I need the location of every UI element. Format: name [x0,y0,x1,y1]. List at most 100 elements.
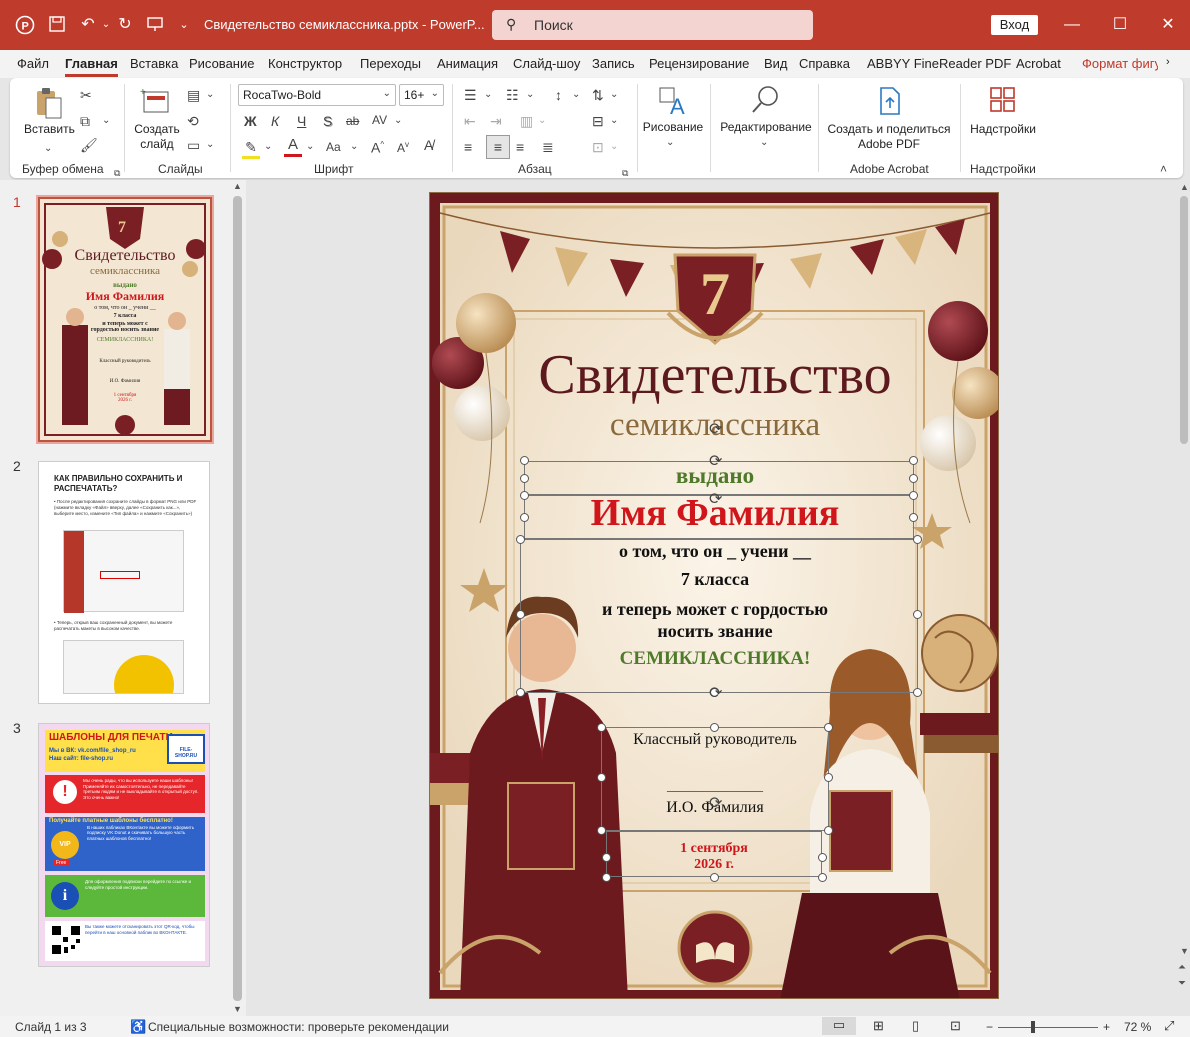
highlight-dropdown-icon[interactable]: ⌄ [264,138,272,156]
section-icon[interactable]: ▭ [187,136,200,154]
resize-handle[interactable] [818,853,827,862]
scroll-up-icon[interactable]: ▲ [233,181,242,191]
accessibility-icon[interactable]: ♿ [130,1019,146,1035]
rotate-handle-icon[interactable]: ⟳ [709,451,722,471]
tab-shape-format[interactable]: Формат фигу [1082,56,1158,71]
tab-design[interactable]: Конструктор [268,56,342,71]
format-painter-icon[interactable]: 🖌 [80,136,98,154]
tab-animations[interactable]: Анимация [437,56,498,71]
paste-label[interactable]: Вставить [24,122,75,136]
customize-toolbar-icon[interactable]: ⌄ [174,15,194,35]
thumbnails-scrollbar[interactable] [233,196,242,1001]
zoom-slider-thumb[interactable] [1031,1021,1035,1033]
font-size-combo[interactable]: 16+ ⌄ [399,84,444,106]
tab-abbyy[interactable]: ABBYY FineReader PDF [867,56,1011,71]
scroll-up-icon[interactable]: ▲ [1180,182,1189,192]
collapse-ribbon-icon[interactable]: ˄ [1160,160,1167,178]
accessibility-status[interactable]: Специальные возможности: проверьте реком… [148,1020,449,1034]
resize-handle[interactable] [824,773,833,782]
undo-dropdown-icon[interactable]: ⌄ [96,15,116,35]
present-icon[interactable] [145,15,165,35]
case-dropdown-icon[interactable]: ⌄ [350,138,358,156]
rotate-handle-icon[interactable]: ⟳ [709,419,722,439]
zoom-slider[interactable] [998,1027,1098,1028]
previous-slide-icon[interactable]: ⏶ [1178,962,1186,973]
search-box[interactable]: ⚲ Поиск [492,10,813,40]
decrease-indent-icon[interactable]: ⇤ [464,112,476,130]
scroll-down-icon[interactable]: ▼ [1180,946,1189,956]
resize-handle[interactable] [597,723,606,732]
bullets-icon[interactable]: ☰ [464,86,477,104]
clear-formatting-icon[interactable]: A̸ [424,136,433,154]
paste-dropdown-icon[interactable]: ⌄ [44,140,52,158]
save-icon[interactable] [47,15,67,35]
slide-sorter-icon[interactable]: ⊞ [873,1018,884,1034]
slide-thumbnail-3[interactable]: ШАБЛОНЫ ДЛЯ ПЕЧАТИ Мы в ВК: vk.com/file_… [38,723,210,967]
resize-handle[interactable] [818,873,827,882]
zoom-in-button[interactable]: + [1103,1020,1110,1034]
text-direction-dropdown-icon[interactable]: ⌄ [610,86,618,104]
normal-view-icon[interactable]: ▭ [822,1017,856,1035]
grow-font-icon[interactable]: A^ [371,136,384,157]
copy-dropdown-icon[interactable]: ⌄ [102,112,110,130]
addins-label[interactable]: Надстройки [966,122,1040,136]
minimize-icon[interactable]: — [1061,14,1083,36]
text-direction-icon[interactable]: ⇅ [592,86,604,104]
resize-handle[interactable] [516,688,525,697]
editing-dropdown-icon[interactable]: ⌄ [760,134,768,152]
shapes-icon[interactable]: A [658,84,690,120]
tab-review[interactable]: Рецензирование [649,56,749,71]
resize-handle[interactable] [909,491,918,500]
scroll-down-icon[interactable]: ▼ [233,1004,242,1014]
char-spacing-dropdown-icon[interactable]: ⌄ [394,112,402,130]
bold-button[interactable]: Ж [244,112,257,130]
tab-view[interactable]: Вид [764,56,788,71]
resize-handle[interactable] [710,873,719,882]
resize-handle[interactable] [710,723,719,732]
numbering-icon[interactable]: ☷ [506,86,519,104]
bullets-dropdown-icon[interactable]: ⌄ [484,86,492,104]
tab-file[interactable]: Файл [17,56,49,71]
tab-draw[interactable]: Рисование [189,56,254,71]
resize-handle[interactable] [516,610,525,619]
undo-icon[interactable]: ↶ [78,15,98,35]
align-text-icon[interactable]: ⊟ [592,112,604,130]
resize-handle[interactable] [824,723,833,732]
slide-title[interactable]: Свидетельство [430,343,998,407]
char-spacing-icon[interactable]: AV [372,111,387,129]
adobe-create-icon[interactable] [876,86,904,116]
highlight-icon[interactable]: ✎ [242,138,260,159]
resize-handle[interactable] [520,474,529,483]
columns-dropdown-icon[interactable]: ⌄ [538,112,546,130]
slide-canvas[interactable]: 7 Свидетельство семиклассника выдано Имя… [429,192,999,999]
resize-handle[interactable] [913,535,922,544]
font-name-combo[interactable]: RocaTwo-Bold ⌄ [238,84,396,106]
numbering-dropdown-icon[interactable]: ⌄ [526,86,534,104]
resize-handle[interactable] [909,456,918,465]
resize-handle[interactable] [913,610,922,619]
slide-scrollbar[interactable] [1180,196,1188,444]
adobe-create-label[interactable]: Создать и поделиться Adobe PDF [822,122,956,152]
paste-icon[interactable] [34,86,64,122]
shadow-button[interactable]: S [323,112,332,130]
layout-icon[interactable]: ▤ [187,86,200,104]
drawing-dropdown-icon[interactable]: ⌄ [666,134,674,152]
signin-button[interactable]: Вход [991,15,1038,35]
shrink-font-icon[interactable]: Av [397,136,409,157]
resize-handle[interactable] [602,853,611,862]
increase-indent-icon[interactable]: ⇥ [490,112,502,130]
tab-slideshow[interactable]: Слайд-шоу [513,56,580,71]
drawing-label[interactable]: Рисование [640,120,706,134]
slide-thumbnail-2[interactable]: КАК ПРАВИЛЬНО СОХРАНИТЬ И РАСПЕЧАТАТЬ? •… [38,461,210,704]
slideshow-view-icon[interactable]: ⊡ [950,1018,961,1034]
align-center-icon[interactable]: ≡ [486,135,510,159]
section-dropdown-icon[interactable]: ⌄ [206,136,214,154]
close-icon[interactable]: ✕ [1157,14,1179,36]
new-slide-label[interactable]: Создать слайд [134,122,180,152]
line-spacing-icon[interactable]: ↕ [555,86,562,104]
copy-icon[interactable]: ⧉ [80,112,90,130]
strikethrough-button[interactable]: ab [346,112,359,130]
tab-insert[interactable]: Вставка [130,56,178,71]
zoom-out-button[interactable]: − [986,1020,993,1034]
resize-handle[interactable] [824,826,833,835]
